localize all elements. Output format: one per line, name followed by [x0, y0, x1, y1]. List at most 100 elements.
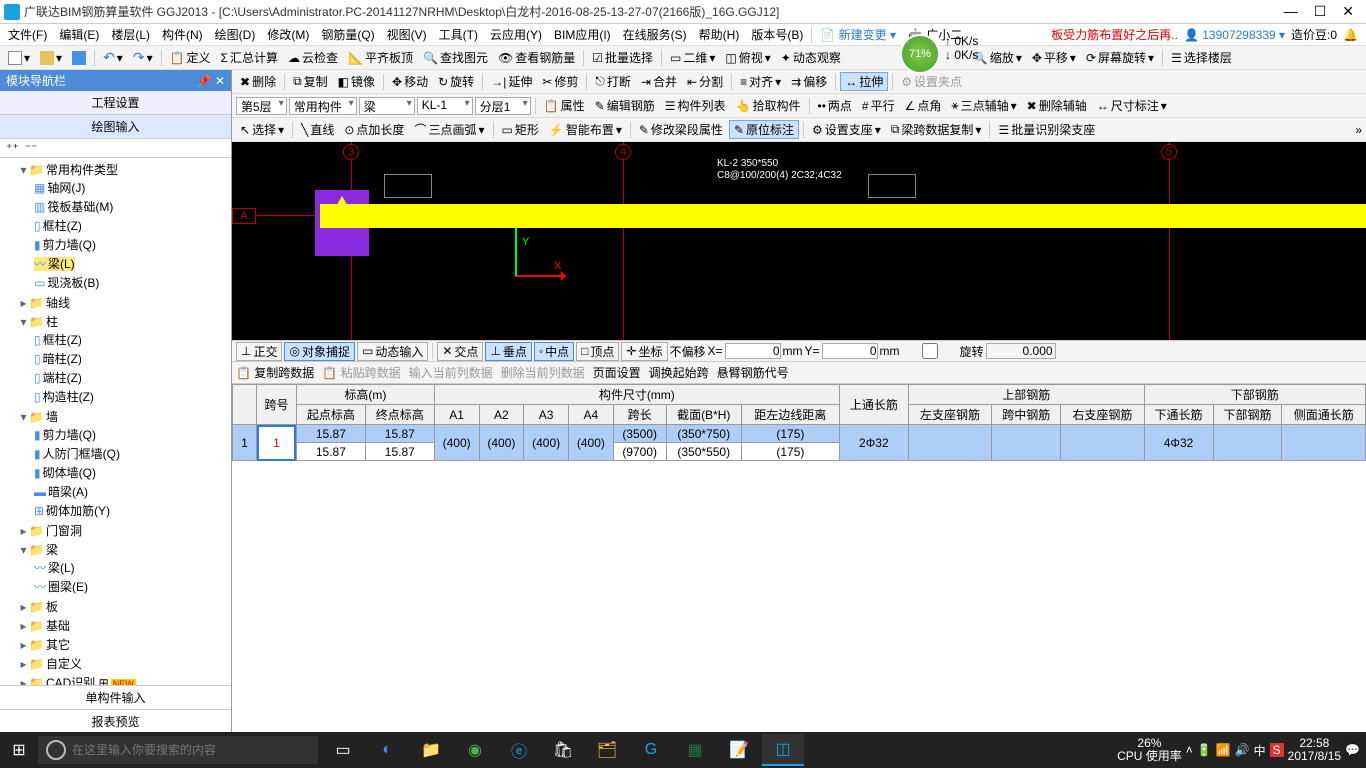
inplace-label-button[interactable]: ✎ 原位标注	[729, 120, 799, 139]
tray-wifi-icon[interactable]: 📶	[1216, 743, 1231, 757]
tree-slab[interactable]: ▭现浇板(B)	[34, 273, 229, 292]
member-select[interactable]: KL-1	[417, 97, 473, 115]
undo-button[interactable]: ↶▾	[99, 48, 127, 67]
tab-draw-input[interactable]: 绘图输入	[0, 115, 231, 139]
move-button[interactable]: ✥ 移动	[388, 72, 432, 91]
rotate-checkbox[interactable]	[902, 343, 958, 359]
app-note[interactable]: 📝	[718, 734, 760, 766]
edit-rebar-button[interactable]: ✎ 编辑钢筋	[591, 96, 659, 115]
cantilever-code[interactable]: 悬臂钢筋代号	[717, 364, 789, 381]
ortho-toggle[interactable]: ⊥ 正交	[236, 342, 282, 361]
tree-col-frame[interactable]: ▯框柱(Z)	[34, 330, 229, 349]
floor-select[interactable]: 第5层	[236, 97, 287, 115]
pan-button[interactable]: ✥ 平移 ▾	[1028, 48, 1080, 67]
menu-draw[interactable]: 绘图(D)	[209, 24, 262, 45]
category-select[interactable]: 常用构件	[289, 97, 357, 115]
menu-version[interactable]: 版本号(B)	[745, 24, 809, 45]
tree-wall-hiddenbeam[interactable]: ▬暗梁(A)	[34, 482, 229, 501]
expand-all-icon[interactable]: ⁺⁺	[6, 141, 19, 155]
tab-report-preview[interactable]: 报表预览	[0, 710, 231, 734]
support-button[interactable]: ⚙ 设置支座 ▾	[808, 120, 885, 139]
app-ggj[interactable]: ◫	[762, 734, 804, 766]
redo-button[interactable]: ↷▾	[129, 48, 157, 67]
tree-root[interactable]: ▾📁常用构件类型 ▦轴网(J) ▥筏板基础(M) ▯框柱(Z) ▮剪力墙(Q) …	[18, 160, 229, 293]
tree-wall-group[interactable]: ▾📁墙 ▮剪力墙(Q) ▮人防门框墙(Q) ▮砌体墙(Q) ▬暗梁(A) ⊞砌体…	[18, 407, 229, 521]
app-chrome[interactable]: ◐	[366, 734, 408, 766]
batch-support-button[interactable]: ☰ 批量识别梁支座	[994, 120, 1099, 139]
split-button[interactable]: ⇤ 分割	[683, 72, 727, 91]
tree-custom[interactable]: ▸📁自定义	[18, 654, 229, 673]
new-button[interactable]: ▾	[4, 50, 34, 66]
perp-snap[interactable]: ⊥ 垂点	[485, 342, 531, 361]
tree-col-hidden[interactable]: ▯暗柱(Z)	[34, 349, 229, 368]
app-edge[interactable]: ⓔ	[498, 734, 540, 766]
span-select[interactable]: 分层1	[475, 97, 531, 115]
trim-button[interactable]: ✂ 修剪	[538, 72, 582, 91]
select-tool[interactable]: ↖ 选择 ▾	[236, 120, 288, 139]
app-excel[interactable]: ▦	[674, 734, 716, 766]
tree-ring-beam[interactable]: 〰圈梁(E)	[34, 577, 229, 596]
search-box[interactable]	[38, 736, 318, 764]
tree-slab-group[interactable]: ▸📁板	[18, 597, 229, 616]
menu-bim[interactable]: BIM应用(I)	[548, 24, 617, 45]
cad-toggle-icon[interactable]: ⊞	[99, 676, 109, 685]
extend-button[interactable]: →| 延伸	[487, 72, 536, 91]
stretch-button[interactable]: ↔ 拉伸	[840, 72, 888, 91]
pt-ext-tool[interactable]: ⊙ 点加长度	[340, 120, 408, 139]
phone-label[interactable]: 👤 13907298339 ▾	[1184, 28, 1285, 42]
swap-start[interactable]: 调换起始跨	[649, 364, 709, 381]
angle-input[interactable]: 0.000	[986, 343, 1056, 359]
type-select[interactable]: 梁	[359, 97, 415, 115]
parallel-button[interactable]: # 平行	[858, 96, 899, 115]
tree-wall-reinf[interactable]: ⊞砌体加筋(Y)	[34, 501, 229, 520]
screen-rotate-button[interactable]: ⟳ 屏幕旋转 ▾	[1082, 48, 1158, 67]
app-folder[interactable]: 📁	[410, 734, 452, 766]
sum-button[interactable]: Σ 汇总计算	[217, 48, 282, 67]
menu-help[interactable]: 帮助(H)	[693, 24, 746, 45]
mid-snap[interactable]: ◦ 中点	[534, 342, 574, 361]
coord-snap[interactable]: ✛ 坐标	[621, 342, 667, 361]
pin-icon[interactable]: 📌	[197, 74, 212, 88]
mod-span-button[interactable]: ✎ 修改梁段属性	[635, 120, 727, 139]
copy-span-data[interactable]: 📋 复制跨数据	[236, 364, 314, 381]
menu-member[interactable]: 构件(N)	[156, 24, 209, 45]
batch-select-button[interactable]: ☑ 批量选择	[588, 48, 657, 67]
rotate-button[interactable]: ↻ 旋转	[434, 72, 478, 91]
menu-tool[interactable]: 工具(T)	[433, 24, 484, 45]
tree-beam-l[interactable]: 〰梁(L)	[34, 558, 229, 577]
app-store[interactable]: 🛍	[542, 734, 584, 766]
dynamic-toggle[interactable]: ▭ 动态输入	[357, 342, 428, 361]
sidebar-close-icon[interactable]: ✕	[215, 74, 225, 88]
member-list-button[interactable]: ☰ 构件列表	[661, 96, 730, 115]
pick-button[interactable]: 👆 拾取构件	[732, 96, 805, 115]
tree-framecol[interactable]: ▯框柱(Z)	[34, 216, 229, 235]
menu-cloud[interactable]: 云应用(Y)	[484, 24, 548, 45]
rect-tool[interactable]: ▭ 矩形	[498, 120, 543, 139]
menu-rebar[interactable]: 钢筋量(Q)	[315, 24, 380, 45]
tray-up-icon[interactable]: ˄	[1186, 743, 1193, 757]
three-aux-button[interactable]: ⚹ 三点辅轴 ▾	[947, 96, 1020, 115]
copy-button[interactable]: ⧉ 复制	[289, 72, 332, 91]
y-input[interactable]	[822, 343, 878, 359]
table-row[interactable]: 1 1 15.8715.87 (400)(400)(400)(400) (350…	[233, 425, 1366, 443]
app-360[interactable]: ◉	[454, 734, 496, 766]
tab-project-settings[interactable]: 工程设置	[0, 91, 231, 115]
copy-span-data-button[interactable]: ⧉ 梁跨数据复制 ▾	[887, 120, 986, 139]
menu-edit[interactable]: 编辑(E)	[53, 24, 105, 45]
break-button[interactable]: ⎋ 打断	[591, 72, 635, 91]
smart-layout-tool[interactable]: ⚡ 智能布置 ▾	[545, 120, 626, 139]
start-button[interactable]: ⊞	[0, 740, 38, 760]
delete-button[interactable]: ✖ 删除	[236, 72, 280, 91]
tree-wall-frame[interactable]: ▮人防门框墙(Q)	[34, 444, 229, 463]
select-floor-button[interactable]: ☰ 选择楼层	[1167, 48, 1236, 67]
tree-wall-masonry[interactable]: ▮砌体墙(Q)	[34, 463, 229, 482]
taskview-icon[interactable]: ▭	[322, 734, 364, 766]
tab-single-input[interactable]: 单构件输入	[0, 686, 231, 710]
tray-sogou-icon[interactable]: S	[1270, 743, 1284, 757]
tree-other[interactable]: ▸📁其它	[18, 635, 229, 654]
toolbar-more-icon[interactable]: »	[1355, 123, 1362, 137]
tree-col-end[interactable]: ▯端柱(Z)	[34, 368, 229, 387]
collapse-all-icon[interactable]: ⁻⁻	[25, 141, 38, 155]
tray-ime-lang[interactable]: 中	[1254, 742, 1266, 759]
tray-vol-icon[interactable]: 🔊	[1235, 743, 1250, 757]
